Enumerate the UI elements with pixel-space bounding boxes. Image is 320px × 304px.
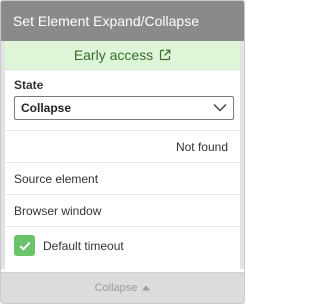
early-access-label: Early access	[73, 47, 154, 63]
chevron-down-icon	[213, 101, 227, 115]
default-timeout-label: Default timeout	[43, 238, 124, 253]
card-title: Set Element Expand/Collapse	[13, 13, 199, 29]
early-access-banner[interactable]: Early access	[5, 41, 240, 70]
default-timeout-checkbox[interactable]	[14, 235, 35, 256]
activity-card: Set Element Expand/Collapse Early access…	[0, 0, 245, 304]
browser-window-row[interactable]: Browser window	[5, 194, 240, 226]
status-row: Not found	[5, 130, 240, 162]
collapse-label: Collapse	[94, 282, 138, 294]
external-link-icon	[159, 49, 171, 61]
source-element-row[interactable]: Source element	[5, 162, 240, 194]
collapse-button[interactable]: Collapse	[1, 272, 244, 303]
card-body: Early access State Collapse Not found So…	[1, 41, 244, 269]
state-selected-value: Collapse	[21, 101, 72, 115]
status-text: Not found	[175, 139, 228, 154]
checkmark-icon	[19, 241, 31, 251]
state-label: State	[14, 78, 44, 92]
state-select[interactable]: Collapse	[14, 96, 234, 120]
default-timeout-row: Default timeout	[5, 226, 240, 264]
browser-window-label: Browser window	[14, 203, 102, 218]
caret-up-icon	[142, 282, 151, 294]
source-element-label: Source element	[14, 171, 99, 186]
card-header[interactable]: Set Element Expand/Collapse	[1, 1, 244, 41]
